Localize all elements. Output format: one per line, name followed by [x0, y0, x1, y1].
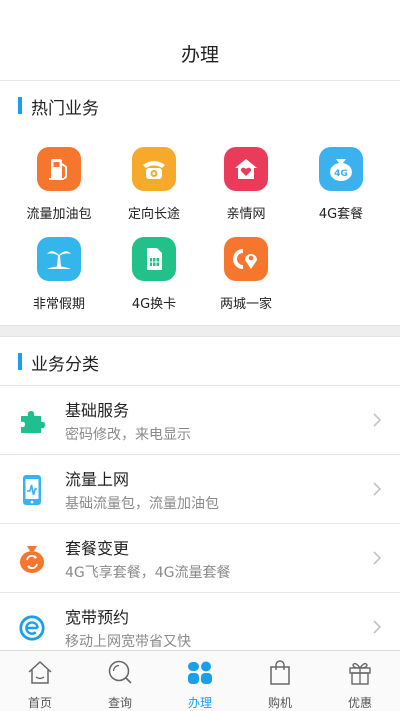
category-broadband[interactable]: 宽带预约 移动上网宽带省又快	[0, 592, 400, 650]
shopping-bag-icon	[270, 660, 290, 685]
tab-handle[interactable]: 办理	[160, 651, 240, 711]
heading-accent-bar	[18, 353, 22, 370]
tab-offers[interactable]: 优惠	[320, 651, 400, 711]
search-icon	[108, 660, 132, 684]
chevron-right-icon	[373, 620, 382, 634]
svg-text:4G: 4G	[334, 169, 348, 179]
heading-accent-bar	[18, 97, 22, 114]
nav-header: 办理	[0, 0, 400, 81]
chevron-right-icon	[373, 551, 382, 565]
hot-item-label: 非常假期	[32, 297, 85, 312]
hot-item-label: 4G换卡	[131, 297, 177, 312]
tab-query[interactable]: 查询	[80, 651, 160, 711]
hot-item-label: 4G套餐	[318, 207, 364, 222]
tab-label: 优惠	[347, 696, 372, 710]
category-basic-services[interactable]: 基础服务 密码修改，来电显示	[0, 385, 400, 454]
telephone-icon	[132, 147, 176, 191]
hot-item-holiday[interactable]: 非常假期	[9, 237, 109, 327]
chevron-right-icon	[373, 413, 382, 427]
hot-item-data-topup[interactable]: 流量加油包	[9, 147, 109, 237]
category-subtitle: 密码修改，来电显示	[65, 427, 191, 443]
category-subtitle: 移动上网宽带省又快	[65, 634, 191, 650]
hot-item-family-network[interactable]: 亲情网	[196, 147, 296, 237]
categories-title: 业务分类	[31, 355, 99, 375]
tab-label: 办理	[187, 696, 212, 710]
category-subtitle: 4G飞享套餐，4G流量套餐	[65, 565, 231, 581]
category-data-access[interactable]: 流量上网 基础流量包，流量加油包	[0, 454, 400, 523]
two-cities-icon	[224, 237, 268, 281]
money-bag-icon	[18, 544, 46, 574]
4g-bag-icon: 4G	[319, 147, 363, 191]
phone-data-icon	[18, 475, 46, 505]
gift-icon	[349, 662, 371, 685]
hot-item-label: 定向长途	[127, 207, 180, 222]
puzzle-icon	[18, 406, 46, 436]
tab-label: 查询	[107, 696, 132, 710]
hot-item-label: 亲情网	[226, 207, 266, 222]
tab-label: 购机	[267, 696, 292, 710]
bottom-tab-bar: 首页 查询 办理 购机 优惠	[0, 650, 400, 711]
section-divider	[0, 325, 400, 337]
category-title: 套餐变更	[65, 539, 130, 558]
hot-item-two-cities[interactable]: 两城一家	[196, 237, 296, 327]
hot-item-4g-plan[interactable]: 4G 4G套餐	[291, 147, 391, 237]
hot-item-label: 两城一家	[219, 297, 272, 312]
heart-house-icon	[224, 147, 268, 191]
sim-card-icon	[132, 237, 176, 281]
hot-item-label: 流量加油包	[26, 207, 92, 222]
category-title: 宽带预约	[65, 608, 130, 627]
hot-item-long-distance[interactable]: 定向长途	[104, 147, 204, 237]
broadband-e-icon	[18, 613, 46, 643]
categories-heading: 业务分类	[0, 337, 400, 385]
tab-buy-phone[interactable]: 购机	[240, 651, 320, 711]
hot-services-title: 热门业务	[31, 99, 99, 119]
chevron-right-icon	[373, 482, 382, 496]
palm-tree-icon	[37, 237, 81, 281]
tab-home[interactable]: 首页	[0, 651, 80, 711]
tab-label: 首页	[27, 696, 52, 710]
category-title: 流量上网	[65, 470, 130, 489]
fuel-pump-icon	[37, 147, 81, 191]
category-subtitle: 基础流量包，流量加油包	[65, 496, 219, 512]
hot-services-heading: 热门业务	[0, 81, 400, 129]
home-icon	[28, 660, 52, 684]
apps-icon	[188, 661, 212, 684]
category-title: 基础服务	[65, 401, 130, 420]
page-title: 办理	[180, 44, 219, 66]
category-plan-change[interactable]: 套餐变更 4G飞享套餐，4G流量套餐	[0, 523, 400, 592]
hot-item-4g-sim[interactable]: 4G换卡	[104, 237, 204, 327]
